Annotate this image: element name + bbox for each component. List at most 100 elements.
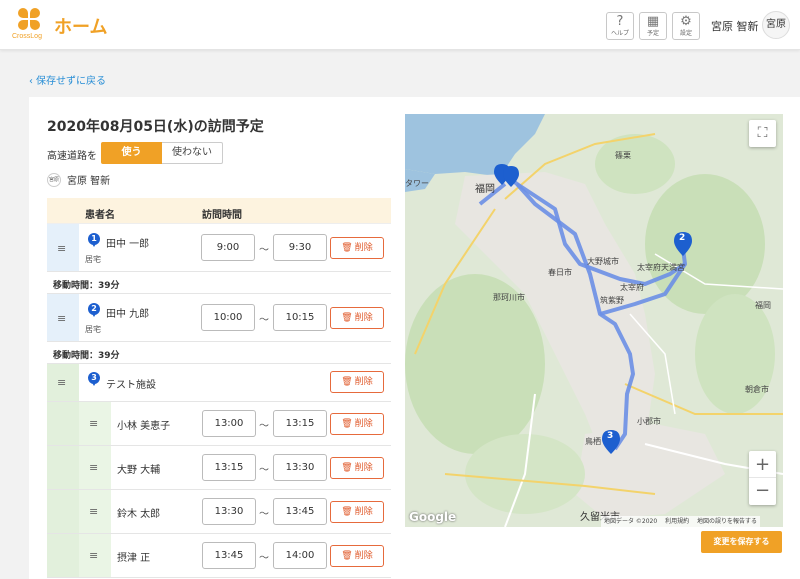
start-time-input[interactable]: 13:30 xyxy=(202,498,256,525)
avatar[interactable]: 宮原 xyxy=(762,11,790,39)
end-time-input[interactable]: 13:15 xyxy=(273,410,327,437)
patient-name: 摂津 正 xyxy=(117,553,151,564)
drag-handle-icon[interactable]: ≡ xyxy=(89,549,98,562)
back-link[interactable]: ‹ 保存せずに戻る xyxy=(29,72,106,87)
map-marker-3[interactable]: 3 xyxy=(607,431,613,441)
facility-row: ≡ 3 テスト施設 🗑 削除 xyxy=(47,364,391,402)
fullscreen-icon: ⛶ xyxy=(757,125,768,141)
save-changes-button[interactable]: 変更を保存する xyxy=(701,531,782,553)
zoom-in-button[interactable]: + xyxy=(749,451,776,478)
map-label-kasuya: 篠栗 xyxy=(615,151,631,160)
app-logo[interactable]: CrossLog xyxy=(12,8,48,44)
delete-button[interactable]: 🗑 削除 xyxy=(330,457,384,479)
map-attribution: 地図データ ©2020 利用規約 地図の誤りを報告する xyxy=(601,516,761,527)
page-title: ホーム xyxy=(54,17,108,38)
map-label-dazaifu: 太宰府 xyxy=(620,283,644,292)
start-time-input[interactable]: 13:45 xyxy=(202,542,256,569)
travel-time: 移動時間：39分 xyxy=(47,342,391,364)
start-time-input[interactable]: 13:00 xyxy=(202,410,256,437)
delete-button[interactable]: 🗑 削除 xyxy=(330,237,384,259)
end-time-input[interactable]: 13:30 xyxy=(273,454,327,481)
map-label-tower: タワー xyxy=(405,179,429,188)
trash-icon: 🗑 xyxy=(341,551,353,561)
trash-icon: 🗑 xyxy=(341,507,353,517)
drag-handle-icon[interactable]: ≡ xyxy=(89,505,98,518)
table-row: ≡ 小林 美恵子 13:00 〜 13:15 🗑 削除 xyxy=(47,402,391,446)
map-label-fukuoka-east: 福岡 xyxy=(755,301,771,310)
route-map[interactable]: 2 3 福岡 タワー 春日市 那珂川市 大野城市 太宰府天満宮 太宰府 筑紫野 … xyxy=(405,114,783,527)
settings-button[interactable]: ⚙ 設定 xyxy=(672,12,700,40)
table-row: ≡ 鈴木 太郎 13:30 〜 13:45 🗑 削除 xyxy=(47,490,391,534)
schedule-label: 予定 xyxy=(646,30,659,37)
start-time-input[interactable]: 9:00 xyxy=(201,234,255,261)
map-label-nakagawa: 那珂川市 xyxy=(493,293,525,302)
schedule-button[interactable]: ▦ 予定 xyxy=(639,12,667,40)
map-label-dazaifu-ten: 太宰府天満宮 xyxy=(637,263,685,272)
staff-name: 宮原 智新 xyxy=(67,176,111,187)
map-canvas xyxy=(405,114,783,527)
trash-icon: 🗑 xyxy=(341,377,353,387)
tilde: 〜 xyxy=(259,421,269,432)
start-time-input[interactable]: 13:15 xyxy=(202,454,256,481)
zoom-control: + − xyxy=(749,451,776,505)
back-link-label: 保存せずに戻る xyxy=(36,76,106,87)
highway-use-button[interactable]: 使う xyxy=(101,142,162,164)
table-row: ≡ 大野 大輔 13:15 〜 13:30 🗑 削除 xyxy=(47,446,391,490)
tilde: 〜 xyxy=(259,509,269,520)
trash-icon: 🗑 xyxy=(341,419,353,429)
patient-name: 田中 一郎 xyxy=(106,239,150,250)
calendar-icon: ▦ xyxy=(646,14,660,29)
travel-time: 移動時間：39分 xyxy=(47,272,391,294)
delete-button[interactable]: 🗑 削除 xyxy=(330,307,384,329)
staff-avatar: 宮原 xyxy=(47,172,61,187)
table-row: ≡ 1 田中 一郎 居宅 9:00 〜 9:30 🗑 削除 xyxy=(47,224,391,272)
start-time-input[interactable]: 10:00 xyxy=(201,304,255,331)
facility-name: テスト施設 xyxy=(106,380,156,391)
end-time-input[interactable]: 9:30 xyxy=(273,234,327,261)
patient-name: 田中 九郎 xyxy=(106,309,150,320)
map-label-tosu: 鳥栖 xyxy=(585,437,601,446)
trash-icon: 🗑 xyxy=(341,463,353,473)
map-label-ogori: 小郡市 xyxy=(637,417,661,426)
drag-handle-icon[interactable]: ≡ xyxy=(57,242,66,255)
zoom-out-button[interactable]: − xyxy=(749,478,776,505)
visit-title: 2020年08月05日(水)の訪問予定 xyxy=(47,119,264,135)
end-time-input[interactable]: 13:45 xyxy=(273,498,327,525)
table-header: 患者名 訪問時間 xyxy=(47,198,391,224)
gear-icon: ⚙ xyxy=(680,14,692,29)
patient-type: 居宅 xyxy=(85,325,101,334)
drag-handle-icon[interactable]: ≡ xyxy=(57,312,66,325)
delete-button[interactable]: 🗑 削除 xyxy=(330,501,384,523)
patient-name: 大野 大輔 xyxy=(117,465,161,476)
patient-name: 小林 美恵子 xyxy=(117,421,171,432)
map-label-kasuga: 春日市 xyxy=(548,268,572,277)
settings-label: 設定 xyxy=(679,30,692,37)
end-time-input[interactable]: 10:15 xyxy=(273,304,327,331)
terms-link[interactable]: 利用規約 xyxy=(665,518,689,525)
drag-handle-icon[interactable]: ≡ xyxy=(57,376,66,389)
map-marker-2[interactable]: 2 xyxy=(679,233,685,243)
user-name: 宮原 智新 xyxy=(711,20,759,33)
drag-handle-icon[interactable]: ≡ xyxy=(89,461,98,474)
trash-icon: 🗑 xyxy=(341,243,353,253)
delete-button[interactable]: 🗑 削除 xyxy=(330,545,384,567)
delete-button[interactable]: 🗑 削除 xyxy=(330,413,384,435)
map-pin-icon: 1 xyxy=(88,233,100,248)
patient-type: 居宅 xyxy=(85,255,101,264)
end-time-input[interactable]: 14:00 xyxy=(273,542,327,569)
trash-icon: 🗑 xyxy=(341,313,353,323)
app-header: CrossLog ホーム ? ヘルプ ▦ 予定 ⚙ 設定 宮原 智新 宮原 xyxy=(0,0,800,50)
delete-button[interactable]: 🗑 削除 xyxy=(330,371,384,393)
col-patient: 患者名 xyxy=(85,210,115,221)
drag-handle-icon[interactable]: ≡ xyxy=(89,417,98,430)
google-logo: Google xyxy=(409,510,457,524)
fullscreen-button[interactable]: ⛶ xyxy=(749,120,776,147)
highway-avoid-button[interactable]: 使わない xyxy=(162,142,223,164)
help-button[interactable]: ? ヘルプ xyxy=(606,12,634,40)
tilde: 〜 xyxy=(259,465,269,476)
staff-info: 宮原 宮原 智新 xyxy=(47,172,110,187)
report-link[interactable]: 地図の誤りを報告する xyxy=(697,518,757,525)
help-icon: ? xyxy=(616,14,624,29)
highway-toggle: 使う 使わない xyxy=(101,142,223,164)
map-pin-icon: 3 xyxy=(88,372,100,387)
